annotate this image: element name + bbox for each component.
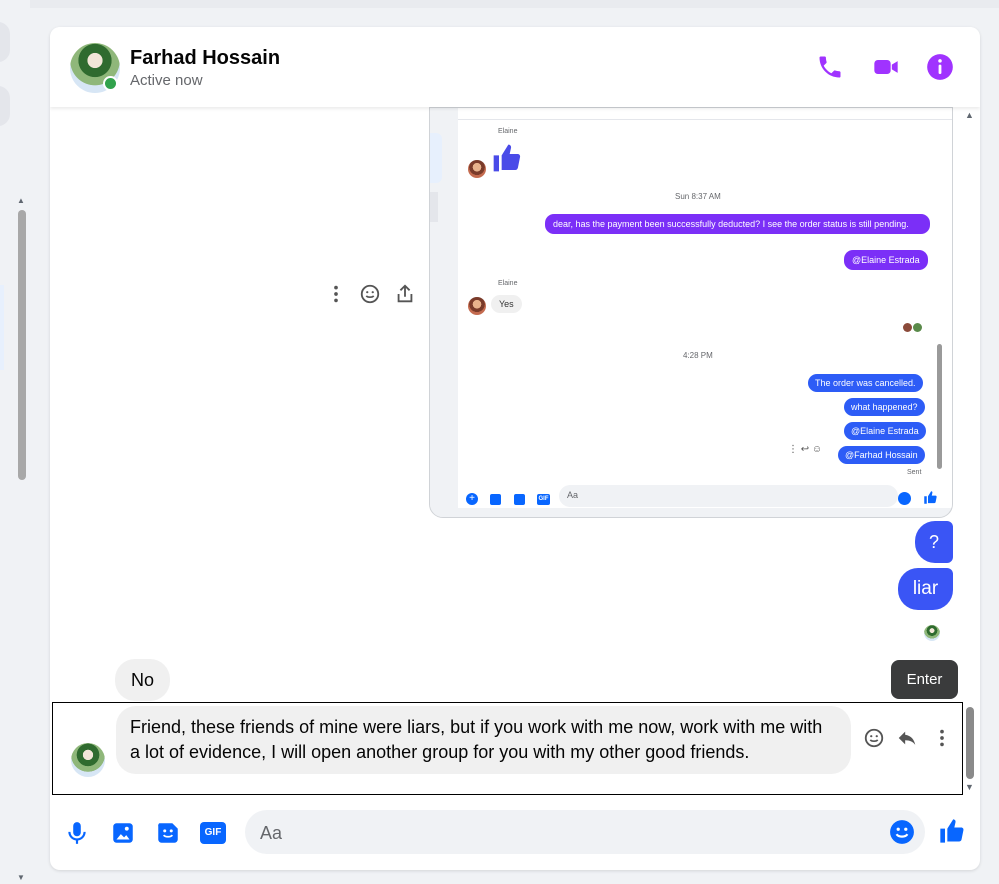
contact-name[interactable]: Farhad Hossain [130, 47, 280, 70]
screenshot-divider [458, 108, 952, 120]
message-list[interactable]: Elaine Sun 8:37 AM dear, has the payment… [50, 107, 980, 870]
sticker-icon[interactable] [155, 820, 181, 846]
seen-avatar [924, 625, 940, 641]
screenshot-message: what happened? [844, 398, 925, 416]
screenshot-image-icon [490, 494, 501, 505]
sidebar-chat-avatar[interactable] [0, 86, 10, 126]
gif-icon[interactable]: GIF [200, 822, 226, 844]
left-sidebar: ▲ ▼ [0, 0, 999, 884]
screenshot-sidebar-block [430, 133, 442, 183]
screenshot-avatar [468, 297, 486, 315]
online-indicator [103, 76, 118, 91]
phone-icon[interactable] [816, 53, 844, 81]
scroll-up-arrow[interactable]: ▲ [965, 110, 974, 120]
message-bubble-sent[interactable]: ? [915, 521, 953, 563]
message-list-scrollbar[interactable] [966, 707, 974, 779]
screenshot-sidebar-block [430, 192, 438, 222]
screenshot-input-placeholder: Aa [567, 490, 579, 500]
scroll-down-arrow[interactable]: ▼ [17, 873, 25, 882]
reply-icon[interactable] [896, 727, 918, 749]
image-icon[interactable] [110, 820, 136, 846]
conversation-panel: Farhad Hossain Active now Elaine Sun 8:3… [50, 27, 980, 870]
screenshot-sidebar [430, 108, 458, 517]
message-input-placeholder: Aa [260, 823, 283, 843]
screenshot-mention: @Farhad Hossain [838, 446, 925, 464]
screenshot-chat: Elaine Sun 8:37 AM dear, has the payment… [458, 108, 952, 508]
screenshot-emoji-icon [898, 492, 911, 505]
more-options-icon[interactable] [931, 727, 953, 749]
screenshot-gif-icon: GIF [537, 494, 550, 505]
sidebar-scrollbar[interactable] [18, 210, 26, 480]
scroll-down-arrow[interactable]: ▼ [965, 782, 974, 792]
screenshot-scrollbar [937, 344, 942, 469]
enter-tooltip: Enter [891, 660, 958, 699]
sidebar-active-chat[interactable] [0, 285, 4, 370]
screenshot-like-icon [924, 491, 937, 504]
screenshot-input: Aa [559, 485, 898, 507]
screenshot-avatar [468, 160, 486, 178]
screenshot-seen-avatar [903, 323, 912, 332]
shared-screenshot-image[interactable]: Elaine Sun 8:37 AM dear, has the payment… [429, 107, 953, 518]
screenshot-sticker-icon [514, 494, 525, 505]
sender-avatar[interactable] [71, 743, 105, 777]
message-bubble-sent[interactable]: liar [898, 568, 953, 610]
message-bubble-received[interactable]: No [115, 659, 170, 701]
screenshot-seen-avatar [913, 323, 922, 332]
contact-status: Active now [130, 72, 203, 89]
screenshot-mention: @Elaine Estrada [844, 250, 928, 270]
message-bubble-received[interactable]: Friend, these friends of mine were liars… [116, 706, 851, 774]
screenshot-sender-label: Elaine [498, 280, 518, 287]
highlighted-message-row: Friend, these friends of mine were liars… [52, 702, 963, 795]
screenshot-message: dear, has the payment been successfully … [545, 214, 930, 234]
video-call-icon[interactable] [872, 53, 900, 81]
screenshot-message: The order was cancelled. [808, 374, 923, 392]
scroll-up-arrow[interactable]: ▲ [17, 196, 25, 205]
screenshot-sender-label: Elaine [498, 128, 518, 135]
conversation-header: Farhad Hossain Active now [50, 27, 980, 107]
screenshot-sent-label: Sent [907, 469, 922, 476]
react-emoji-icon[interactable] [359, 283, 381, 305]
share-icon[interactable] [394, 283, 416, 305]
info-icon[interactable] [926, 53, 954, 81]
screenshot-timestamp: 4:28 PM [683, 351, 713, 360]
screenshot-timestamp: Sun 8:37 AM [675, 192, 721, 201]
react-emoji-icon[interactable] [863, 727, 885, 749]
screenshot-plus-icon: + [466, 493, 478, 505]
more-options-icon[interactable] [325, 283, 347, 305]
top-divider [30, 0, 999, 8]
sidebar-chat-avatar[interactable] [0, 22, 10, 62]
microphone-icon[interactable] [64, 820, 90, 846]
screenshot-mention: @Elaine Estrada [844, 422, 926, 440]
thumbs-up-icon [493, 144, 521, 172]
message-input[interactable]: Aa [245, 810, 925, 854]
like-icon[interactable] [938, 817, 966, 845]
screenshot-reply: Yes [491, 295, 522, 313]
screenshot-actions-icons: ⋮ ↩ ☺ [788, 444, 823, 455]
emoji-icon[interactable] [889, 819, 915, 845]
